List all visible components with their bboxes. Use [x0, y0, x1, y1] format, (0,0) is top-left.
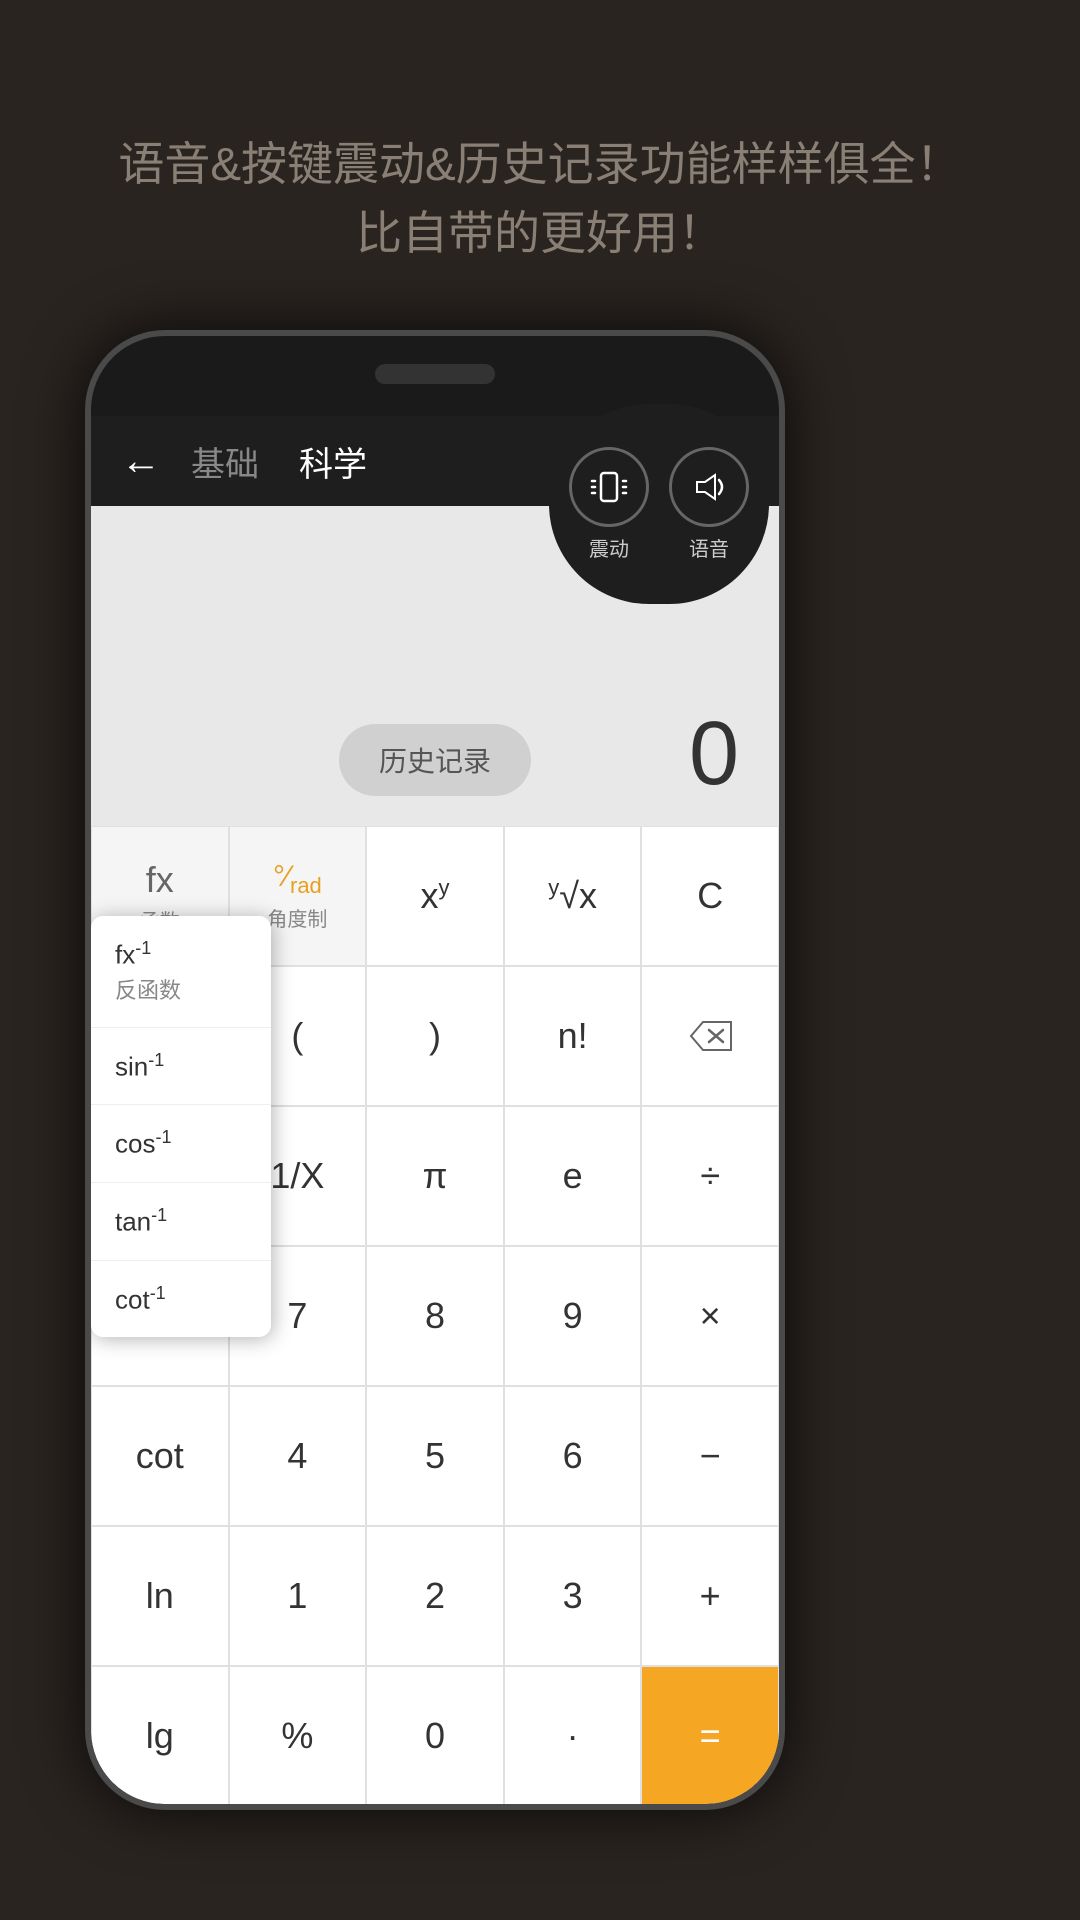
inverse-popup: fx-1 反函数 sin-1 cos-1 tan-1 cot-1: [91, 916, 271, 1337]
key-5[interactable]: 5: [366, 1386, 504, 1526]
key-lg[interactable]: lg: [91, 1666, 229, 1804]
key-factorial[interactable]: n!: [504, 966, 642, 1106]
key-cot[interactable]: cot: [91, 1386, 229, 1526]
key-divide[interactable]: ÷: [641, 1106, 779, 1246]
key-dot[interactable]: ·: [504, 1666, 642, 1804]
tab-basic[interactable]: 基础: [191, 437, 259, 486]
key-2[interactable]: 2: [366, 1526, 504, 1666]
settings-popup: 震动 语音: [549, 404, 769, 604]
key-percent[interactable]: %: [229, 1666, 367, 1804]
key-rparen[interactable]: ): [366, 966, 504, 1106]
phone-inner: ← 基础 科学 震动: [91, 336, 779, 1804]
back-button[interactable]: ←: [121, 439, 161, 484]
keyboard-area: fx-1 反函数 sin-1 cos-1 tan-1 cot-1 fx 函数 °…: [91, 826, 779, 1804]
tab-science[interactable]: 科学: [299, 437, 367, 486]
key-nthroot[interactable]: y√x: [504, 826, 642, 966]
key-6[interactable]: 6: [504, 1386, 642, 1526]
key-subtract[interactable]: −: [641, 1386, 779, 1526]
backspace-icon: [687, 1018, 733, 1054]
vibrate-icon: [569, 447, 649, 527]
speaker: [375, 364, 495, 384]
promo-text: 语音&按键震动&历史记录功能样样俱全！ 比自带的更好用！: [0, 130, 1080, 268]
key-clear[interactable]: C: [641, 826, 779, 966]
key-pi[interactable]: π: [366, 1106, 504, 1246]
key-ln[interactable]: ln: [91, 1526, 229, 1666]
voice-label: 语音: [689, 533, 729, 562]
inv-cot-item[interactable]: cot-1: [91, 1261, 271, 1338]
key-9[interactable]: 9: [504, 1246, 642, 1386]
key-multiply[interactable]: ×: [641, 1246, 779, 1386]
promo-line2: 比自带的更好用！: [40, 199, 1040, 268]
key-power[interactable]: xy: [366, 826, 504, 966]
inv-sin-item[interactable]: sin-1: [91, 1028, 271, 1106]
display-value: 0: [689, 703, 739, 806]
vibrate-button[interactable]: 震动: [569, 447, 649, 562]
key-1[interactable]: 1: [229, 1526, 367, 1666]
key-4[interactable]: 4: [229, 1386, 367, 1526]
inv-fx-item[interactable]: fx-1 反函数: [91, 916, 271, 1028]
phone-frame: ← 基础 科学 震动: [85, 330, 785, 1810]
voice-button[interactable]: 语音: [669, 447, 749, 562]
voice-icon: [669, 447, 749, 527]
key-3[interactable]: 3: [504, 1526, 642, 1666]
key-backspace[interactable]: [641, 966, 779, 1106]
inv-tan-item[interactable]: tan-1: [91, 1183, 271, 1261]
history-button[interactable]: 历史记录: [339, 724, 531, 796]
key-8[interactable]: 8: [366, 1246, 504, 1386]
key-add[interactable]: +: [641, 1526, 779, 1666]
inv-cos-item[interactable]: cos-1: [91, 1105, 271, 1183]
inv-fx-label: 反函数: [115, 973, 247, 1005]
key-0[interactable]: 0: [366, 1666, 504, 1804]
promo-line1: 语音&按键震动&历史记录功能样样俱全！: [40, 130, 1040, 199]
key-euler[interactable]: e: [504, 1106, 642, 1246]
vibrate-label: 震动: [589, 533, 629, 562]
key-equals[interactable]: =: [641, 1666, 779, 1804]
